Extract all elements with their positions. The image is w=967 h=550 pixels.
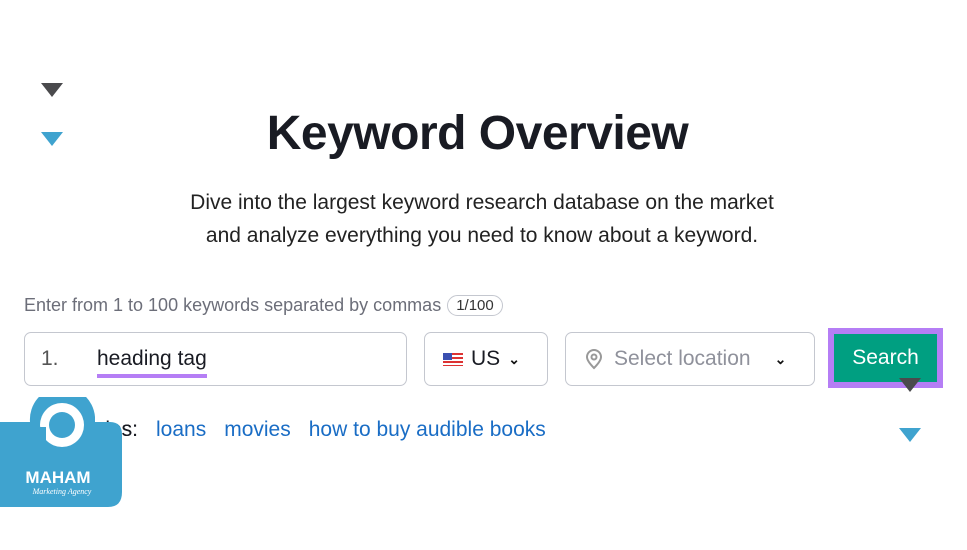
maham-logo: MAHAM Marketing Agency xyxy=(0,397,122,507)
svg-text:Marketing Agency: Marketing Agency xyxy=(32,487,92,496)
example-link[interactable]: how to buy audible books xyxy=(309,418,546,442)
country-select[interactable]: US ⌄ xyxy=(424,332,548,386)
keyword-counter: 1/100 xyxy=(447,295,503,316)
svg-text:MAHAM: MAHAM xyxy=(25,468,90,487)
search-highlight: Search xyxy=(828,328,943,388)
triangle-marker-icon xyxy=(899,428,921,442)
example-link[interactable]: loans xyxy=(156,418,206,442)
page-title: Keyword Overview xyxy=(266,107,689,160)
keyword-hint: Enter from 1 to 100 keywords separated b… xyxy=(24,295,503,316)
location-pin-icon xyxy=(585,349,603,370)
keyword-value: heading tag xyxy=(97,346,207,378)
examples: Examples: es: loans movies how to buy au… xyxy=(40,418,546,442)
search-button[interactable]: Search xyxy=(834,334,937,382)
location-select[interactable]: Select location ⌄ xyxy=(565,332,815,386)
page-subtitle: Dive into the largest keyword research d… xyxy=(190,191,774,247)
chevron-down-icon: ⌄ xyxy=(774,350,787,367)
keyword-input[interactable]: 1. heading tag xyxy=(24,332,407,386)
triangle-marker-icon xyxy=(41,83,63,97)
chevron-down-icon: ⌄ xyxy=(508,350,520,367)
triangle-marker-icon xyxy=(899,378,921,392)
example-link[interactable]: movies xyxy=(224,418,291,442)
us-flag-icon xyxy=(443,352,463,366)
